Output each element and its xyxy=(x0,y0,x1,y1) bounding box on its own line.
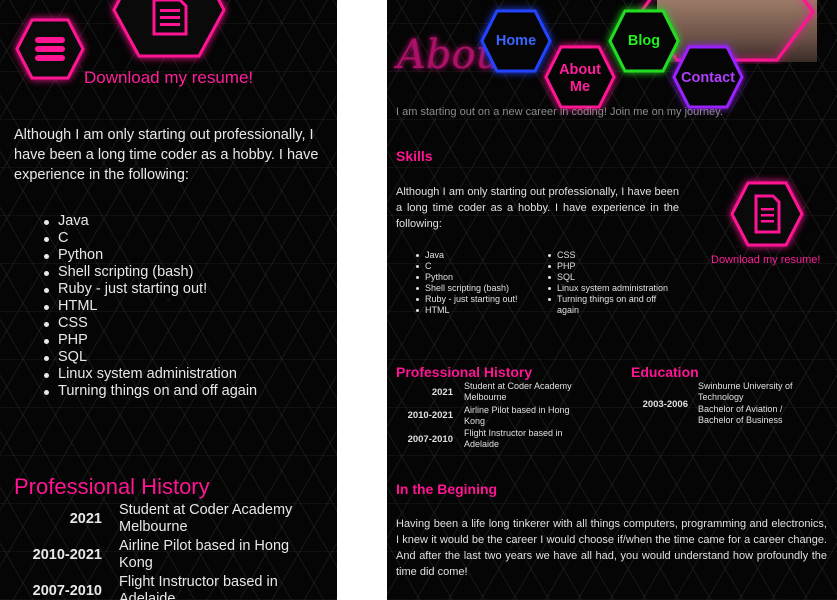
list-item: Java xyxy=(416,250,518,261)
list-item: Shell scripting (bash) xyxy=(416,283,518,294)
list-item: PHP xyxy=(548,261,678,272)
download-resume-link[interactable]: Download my resume! xyxy=(711,254,820,266)
nav-contact[interactable]: Contact xyxy=(671,44,745,110)
nav-home[interactable]: Home xyxy=(479,8,553,74)
history-year: 2021 xyxy=(69,511,102,527)
list-item: Turning things on and off again xyxy=(44,383,257,400)
skills-list-col1: Java C Python Shell scripting (bash) Rub… xyxy=(416,250,518,316)
skills-list: Java C Python Shell scripting (bash) Rub… xyxy=(44,213,257,400)
list-item: Shell scripting (bash) xyxy=(44,264,257,281)
list-item: PHP xyxy=(44,332,257,349)
education-desc: Bachelor of Aviation / Bachelor of Busin… xyxy=(698,404,783,425)
list-item: CSS xyxy=(548,250,678,261)
mobile-view-panel: Download my resume! Although I am only s… xyxy=(0,0,337,600)
history-year: 2010-2021 xyxy=(32,547,102,563)
list-item: C xyxy=(44,230,257,247)
list-item: Python xyxy=(416,272,518,283)
section-title-skills: Skills xyxy=(396,148,433,164)
menu-button[interactable] xyxy=(15,18,85,80)
history-year: 2007-2010 xyxy=(32,583,102,599)
education-year: 2003-2006 xyxy=(642,399,688,410)
list-item: CSS xyxy=(44,315,257,332)
list-item: C xyxy=(416,261,518,272)
section-title-professional-history: Professional History xyxy=(14,474,210,499)
section-title-professional-history: Professional History xyxy=(396,364,533,380)
list-item: SQL xyxy=(548,272,678,283)
history-desc: Student at Coder Academy Melbourne xyxy=(464,381,572,402)
resume-download-button[interactable] xyxy=(112,0,226,58)
story-text: Having been a life long tinkerer with al… xyxy=(396,518,827,578)
desktop-view-panel: About Home Blog About Me Contact I am st… xyxy=(387,0,837,600)
history-desc: Flight Instructor based in Adelaide xyxy=(119,574,278,600)
history-year: 2010-2021 xyxy=(407,410,453,421)
nav-about-me[interactable]: About Me xyxy=(543,44,617,110)
history-desc: Student at Coder Academy Melbourne xyxy=(119,502,293,535)
nav-home-label: Home xyxy=(495,33,537,49)
list-item: Python xyxy=(44,247,257,264)
list-item: HTML xyxy=(416,305,518,316)
intro-text: Although I am only starting out professi… xyxy=(14,127,319,183)
education-desc: Swinburne University of Technology xyxy=(698,381,793,402)
intro-text: Although I am only starting out professi… xyxy=(396,186,679,230)
nav-about-label: About Me xyxy=(559,62,601,95)
nav-blog[interactable]: Blog xyxy=(607,8,681,74)
history-year: 2007-2010 xyxy=(407,434,453,445)
hamburger-menu-icon xyxy=(15,18,85,80)
list-item: Linux system administration xyxy=(548,283,678,294)
document-icon xyxy=(730,181,804,247)
document-icon xyxy=(112,0,226,58)
list-item: SQL xyxy=(44,349,257,366)
list-item: Turning things on and off again xyxy=(548,294,678,316)
list-item: Ruby - just starting out! xyxy=(44,281,257,298)
list-item: Linux system administration xyxy=(44,366,257,383)
skills-list-col2: CSS PHP SQL Linux system administration … xyxy=(548,250,678,316)
tagline: I am starting out on a new career in cod… xyxy=(396,106,723,118)
history-year: 2021 xyxy=(431,387,453,398)
history-desc: Flight Instructor based in Adelaide xyxy=(464,428,563,449)
nav-contact-label: Contact xyxy=(681,70,735,86)
list-item: Java xyxy=(44,213,257,230)
list-item: HTML xyxy=(44,298,257,315)
history-desc: Airline Pilot based in Hong Kong xyxy=(119,538,290,571)
list-item: Ruby - just starting out! xyxy=(416,294,518,305)
section-title-begining: In the Begining xyxy=(396,481,498,497)
nav-blog-label: Blog xyxy=(627,33,661,49)
section-title-education: Education xyxy=(631,364,699,380)
download-resume-link[interactable]: Download my resume! xyxy=(84,68,253,88)
history-desc: Airline Pilot based in Hong Kong xyxy=(464,405,570,426)
resume-download-button[interactable] xyxy=(729,180,805,248)
